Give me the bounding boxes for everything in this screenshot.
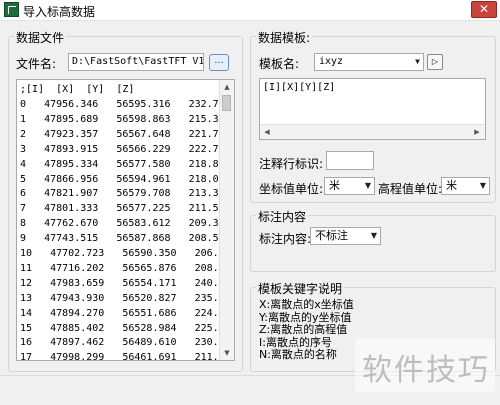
data-row: 7 47801.333 56577.225 211.500 [20, 203, 231, 215]
template-name-select[interactable]: ixyz ▼ [314, 53, 424, 71]
data-row: 11 47716.202 56565.876 208.600 [20, 262, 235, 274]
annotation-content-value: 不标注 [315, 229, 348, 242]
watermark-text: 软件技巧 [362, 353, 490, 388]
chevron-down-icon: ▼ [370, 231, 377, 240]
file-name-label: 文件名: [16, 57, 57, 71]
scroll-up-arrow-icon[interactable]: ▲ [221, 81, 233, 93]
data-row: 1 47895.689 56598.863 215.300 [20, 113, 231, 125]
annotation-group-title: 标注内容 [256, 208, 309, 225]
annotation-content-label: 标注内容: [259, 232, 312, 246]
file-path-input[interactable]: D:\FastSoft\FastTFT V12. [68, 53, 204, 71]
data-row: 8 47762.670 56583.612 209.300 [20, 218, 231, 230]
template-next-button[interactable]: ▷ [427, 54, 443, 70]
data-row: 3 47893.915 56566.229 222.700 [20, 143, 231, 155]
data-row: 15 47885.402 56528.984 225.800 [20, 322, 235, 334]
template-format-area[interactable]: [I][X][Y][Z] ◀ ▶ [259, 78, 486, 140]
data-file-group-title: 数据文件 [14, 29, 67, 46]
elev-unit-select[interactable]: 米 ▼ [441, 177, 490, 195]
data-row: 17 47998.299 56461.691 211.400 [20, 352, 235, 361]
scroll-right-arrow-icon[interactable]: ▶ [471, 126, 483, 138]
data-vertical-scrollbar[interactable]: ▲ ▼ [219, 80, 234, 360]
keyword-item: N:离散点的名称 [259, 348, 337, 361]
comment-marker-input[interactable] [326, 151, 374, 170]
data-row: 10 47702.723 56590.350 206.900 [20, 248, 235, 259]
chevron-down-icon: ▼ [364, 181, 371, 190]
scroll-thumb[interactable] [222, 95, 231, 111]
chevron-down-icon: ▼ [415, 57, 420, 66]
template-format-text: [I][X][Y][Z] [263, 82, 336, 93]
browse-button[interactable]: ... [209, 54, 229, 71]
data-row: 16 47897.462 56489.610 230.500 [20, 337, 235, 349]
comment-marker-label: 注释行标识: [259, 157, 324, 171]
data-row: 5 47866.956 56594.961 218.000 [20, 173, 231, 185]
coord-unit-value: 米 [329, 179, 340, 192]
coord-unit-label: 坐标值单位: [259, 182, 324, 196]
elev-unit-value: 米 [446, 179, 457, 192]
data-row: 14 47894.270 56551.686 224.200 [20, 307, 235, 319]
template-name-value: ixyz [319, 56, 344, 67]
window-title: 导入标高数据 [23, 5, 96, 19]
scroll-left-arrow-icon[interactable]: ◀ [261, 126, 273, 138]
coord-unit-select[interactable]: 米 ▼ [324, 177, 375, 195]
title-bar: 导入标高数据 ✕ [0, 0, 500, 21]
template-name-label: 模板名: [259, 57, 300, 71]
data-row: 2 47923.357 56567.648 221.700 [20, 128, 231, 140]
annotation-content-select[interactable]: 不标注 ▼ [310, 227, 381, 245]
data-row: 6 47821.907 56579.708 213.300 [20, 188, 231, 200]
elev-unit-label: 高程值单位: [378, 182, 443, 196]
data-row: 9 47743.515 56587.868 208.500 [20, 233, 231, 245]
app-icon [4, 2, 19, 17]
chevron-down-icon: ▼ [479, 181, 486, 190]
data-preview-area[interactable]: ;[I] [X] [Y] [Z] 0 47956.346 56595.316 2… [16, 79, 235, 361]
template-horizontal-scrollbar[interactable]: ◀ ▶ [260, 124, 485, 139]
data-header-row: ;[I] [X] [Y] [Z] [20, 84, 135, 95]
data-row: 4 47895.334 56577.580 218.800 [20, 158, 231, 170]
data-row: 12 47983.659 56554.171 240.500 [20, 277, 235, 289]
data-row: 13 47943.930 56520.827 235.300 [20, 292, 235, 304]
scroll-down-arrow-icon[interactable]: ▼ [221, 347, 233, 359]
keywords-group-title: 模板关键字说明 [256, 280, 345, 297]
template-group-title: 数据模板: [256, 29, 313, 46]
data-row: 0 47956.346 56595.316 232.700 [20, 99, 231, 110]
close-button[interactable]: ✕ [471, 1, 497, 18]
